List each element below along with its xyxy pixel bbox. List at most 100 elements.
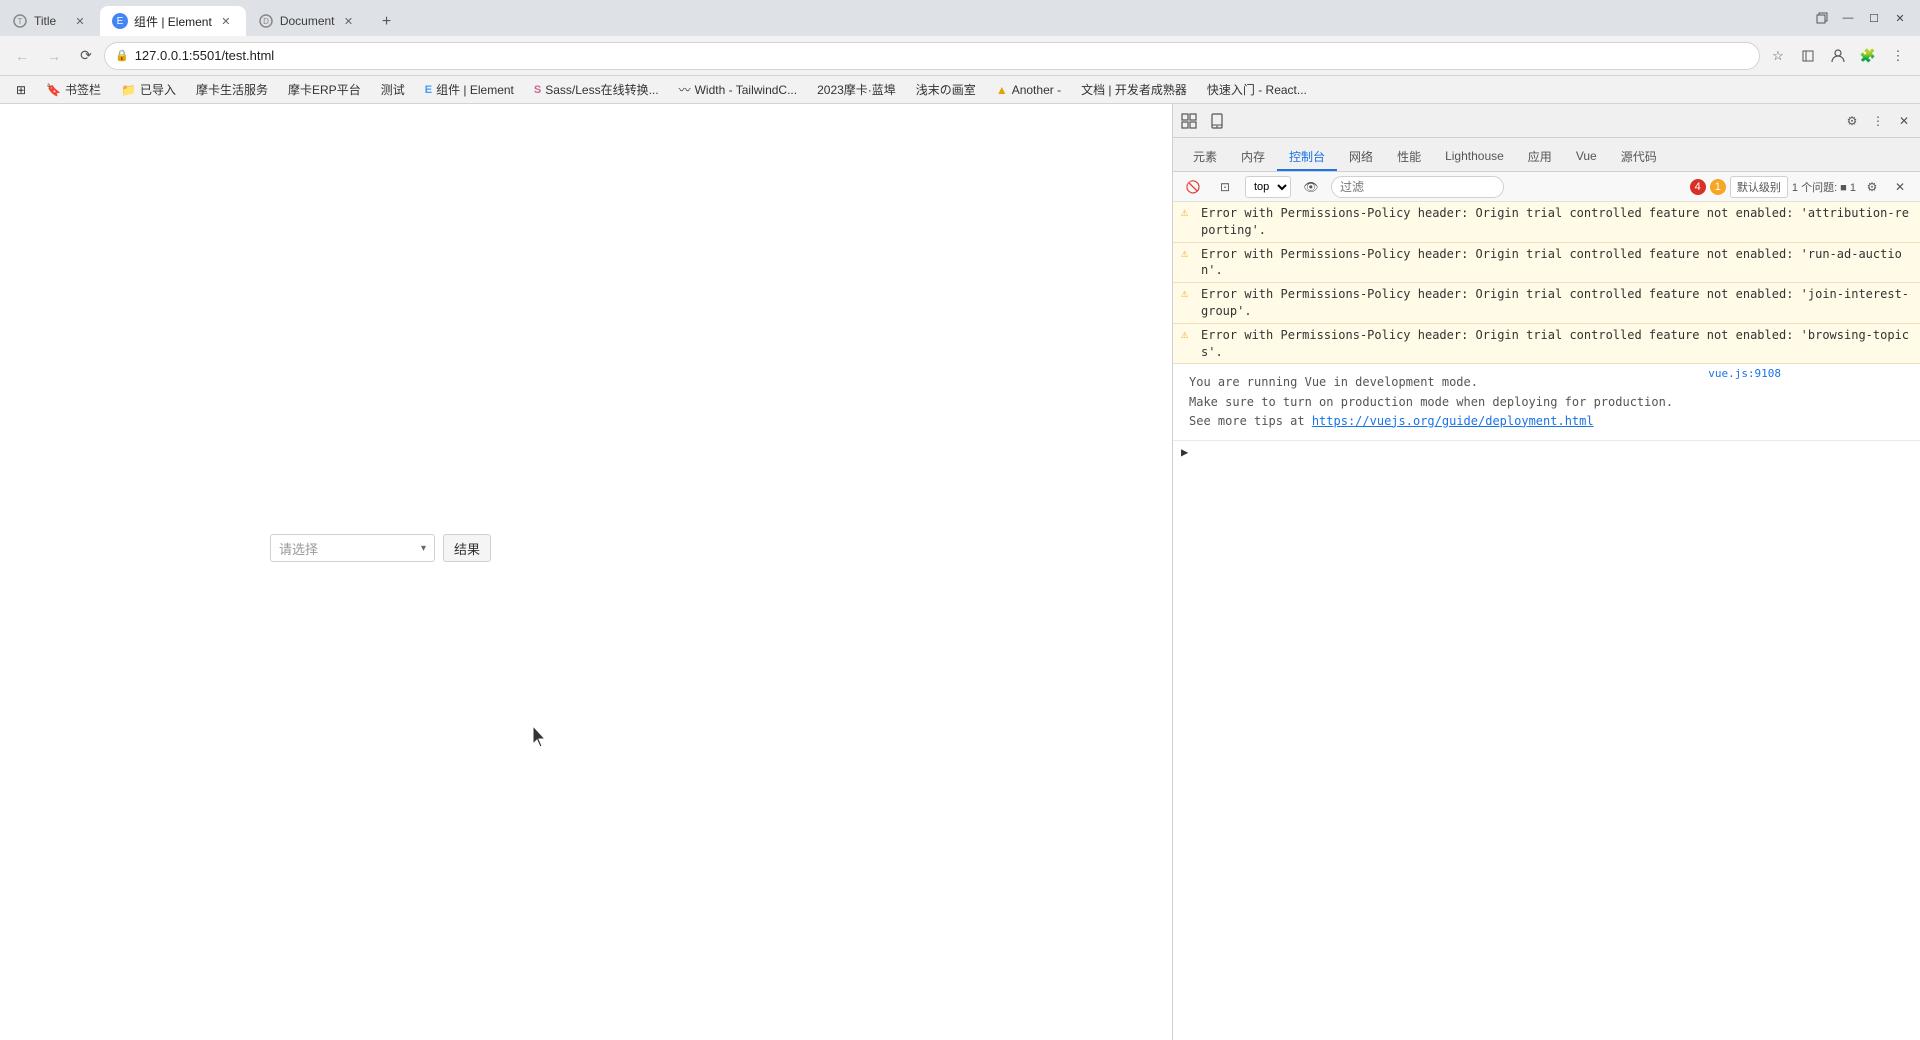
tab1-close[interactable]: ✕	[72, 13, 88, 29]
title-bar: T Title ✕ E 组件 | Element ✕ D Document ✕ …	[0, 0, 1920, 36]
bm-label: Another -	[1012, 83, 1061, 97]
reload-btn[interactable]: ⟳	[72, 42, 100, 70]
apps-icon: ⊞	[16, 83, 26, 97]
result-button[interactable]: 结果	[443, 534, 491, 562]
toolbar-actions: ☆ 🧩 ⋮	[1764, 42, 1912, 70]
select-dropdown[interactable]: 请选择 ▾	[270, 534, 435, 562]
dt-left-controls	[1177, 109, 1229, 133]
console-text-1: Error with Permissions-Policy header: Or…	[1201, 205, 1912, 239]
devtools-tab-performance[interactable]: 性能	[1385, 143, 1433, 171]
bookmark-2023[interactable]: 2023摩卡·蓝埠	[809, 79, 904, 101]
bookmark-sass[interactable]: S Sass/Less在线转换...	[526, 79, 667, 101]
chevron-down-icon: ▾	[421, 543, 426, 554]
profile-btn[interactable]	[1824, 42, 1852, 70]
bm-icon: 🔖	[46, 83, 61, 97]
console-text-2: Error with Permissions-Policy header: Or…	[1201, 246, 1912, 280]
svg-text:T: T	[18, 17, 23, 26]
devtools-console-bar: 🚫 ⊡ top 👁 4 1 默认级别 1 个问题: ■ 1 ⚙ ✕	[1173, 172, 1920, 202]
address-text: 127.0.0.1:5501/test.html	[135, 48, 1749, 63]
bm-label: 文档 | 开发者成熟器	[1081, 81, 1187, 98]
bm-label: Width - TailwindC...	[695, 83, 797, 97]
console-entry-3: ⚠ Error with Permissions-Policy header: …	[1173, 283, 1920, 324]
vue-docs-link[interactable]: https://vuejs.org/guide/deployment.html	[1312, 414, 1594, 428]
console-clear-btn[interactable]: 🚫	[1181, 175, 1205, 199]
bm-icon: 📁	[121, 83, 136, 97]
page-content: 请选择 ▾ 结果	[0, 104, 1172, 1040]
devtools-inspect-btn[interactable]	[1177, 109, 1201, 133]
bm-label: 摩卡ERP平台	[288, 81, 361, 98]
warn-badge: 1	[1710, 179, 1726, 195]
bm-label: 书签栏	[65, 81, 101, 98]
warning-icon-1: ⚠	[1181, 205, 1195, 219]
bookmark-yidaoru[interactable]: 📁 已导入	[113, 79, 184, 101]
select-widget: 请选择 ▾ 结果	[270, 534, 491, 562]
bookmark-moka-life[interactable]: 摩卡生活服务	[188, 79, 276, 101]
bookmark-another[interactable]: ▲ Another -	[988, 79, 1069, 101]
back-btn[interactable]: ←	[8, 42, 36, 70]
bm-label: 摩卡生活服务	[196, 81, 268, 98]
console-level-select[interactable]: top	[1245, 176, 1291, 198]
devtools-tab-vue[interactable]: Vue	[1564, 143, 1609, 171]
bookmark-icon-btn[interactable]: ⊞	[8, 79, 34, 101]
console-eye-btn[interactable]: 👁	[1299, 175, 1323, 199]
maximize-btn[interactable]: ☐	[1862, 6, 1886, 30]
devtools-close-btn[interactable]: ✕	[1892, 109, 1916, 133]
address-bar[interactable]: 🔒 127.0.0.1:5501/test.html	[104, 42, 1760, 70]
bookmark-react[interactable]: 快速入门 - React...	[1199, 79, 1315, 101]
bm-icon: E	[425, 84, 432, 96]
bm-label: 已导入	[140, 81, 176, 98]
new-tab-button[interactable]: +	[373, 8, 401, 36]
tab2-close[interactable]: ✕	[218, 13, 234, 29]
minimize-btn[interactable]: —	[1836, 6, 1860, 30]
bookmark-shujia[interactable]: 🔖 书签栏	[38, 79, 109, 101]
console-settings-btn2[interactable]: ⚙	[1860, 175, 1884, 199]
dt-right-controls: ⚙ ⋮ ✕	[1840, 109, 1916, 133]
console-entry-1: ⚠ Error with Permissions-Policy header: …	[1173, 202, 1920, 243]
devtools-tab-source[interactable]: 源代码	[1609, 143, 1669, 171]
vue-source-link[interactable]: vue.js:9108	[1681, 367, 1781, 380]
devtools-tab-memory[interactable]: 内存	[1229, 143, 1277, 171]
bookmark-moka-erp[interactable]: 摩卡ERP平台	[280, 79, 369, 101]
devtools-tab-lighthouse[interactable]: Lighthouse	[1433, 143, 1516, 171]
devtools-more-btn[interactable]: ⋮	[1866, 109, 1890, 133]
devtools-settings-btn[interactable]: ⚙	[1840, 109, 1864, 133]
devtools-tab-application[interactable]: 应用	[1516, 143, 1564, 171]
browser-window: T Title ✕ E 组件 | Element ✕ D Document ✕ …	[0, 0, 1920, 1040]
bookmark-wendang[interactable]: 文档 | 开发者成熟器	[1073, 79, 1195, 101]
prompt-arrow: ▶	[1181, 445, 1188, 459]
bookmark-tailwind[interactable]: 〰 Width - TailwindC...	[671, 79, 806, 101]
tab1-title: Title	[34, 14, 66, 28]
default-level-selector[interactable]: 默认级别	[1730, 176, 1788, 198]
devtools-device-btn[interactable]	[1205, 109, 1229, 133]
close-window-btn[interactable]: ✕	[1888, 6, 1912, 30]
main-area: 请选择 ▾ 结果	[0, 104, 1920, 1040]
bm-label: Sass/Less在线转换...	[545, 81, 658, 98]
tab-document[interactable]: D Document ✕	[246, 6, 369, 36]
devtools-tab-console[interactable]: 控制台	[1277, 143, 1337, 171]
bookmark-tab-btn[interactable]	[1794, 42, 1822, 70]
tab-element[interactable]: E 组件 | Element ✕	[100, 6, 246, 36]
bookmark-star-btn[interactable]: ☆	[1764, 42, 1792, 70]
tab1-favicon: T	[12, 13, 28, 29]
bookmark-test[interactable]: 测试	[373, 79, 413, 101]
console-filter-input[interactable]	[1331, 176, 1504, 198]
more-options-btn[interactable]: ⋮	[1884, 42, 1912, 70]
devtools-tab-elements[interactable]: 元素	[1181, 143, 1229, 171]
tab3-close[interactable]: ✕	[341, 13, 357, 29]
svg-text:D: D	[263, 17, 269, 26]
devtools-panel: ⚙ ⋮ ✕ 元素 内存 控制台 网络	[1172, 104, 1920, 1040]
select-placeholder: 请选择	[279, 539, 318, 558]
devtools-tab-network[interactable]: 网络	[1337, 143, 1385, 171]
forward-btn[interactable]: →	[40, 42, 68, 70]
console-close-btn2[interactable]: ✕	[1888, 175, 1912, 199]
console-vue-message: You are running Vue in development mode.…	[1173, 364, 1920, 441]
console-filter-btn[interactable]: ⊡	[1213, 175, 1237, 199]
error-badge: 4	[1690, 179, 1706, 195]
bookmark-huashi[interactable]: 浅末の画室	[908, 79, 984, 101]
bm-label: 2023摩卡·蓝埠	[817, 81, 896, 98]
tab-title[interactable]: T Title ✕	[0, 6, 100, 36]
bookmark-element[interactable]: E 组件 | Element	[417, 79, 522, 101]
restore-down-btn[interactable]	[1810, 6, 1834, 30]
extensions-btn[interactable]: 🧩	[1854, 42, 1882, 70]
console-entry-4: ⚠ Error with Permissions-Policy header: …	[1173, 324, 1920, 365]
